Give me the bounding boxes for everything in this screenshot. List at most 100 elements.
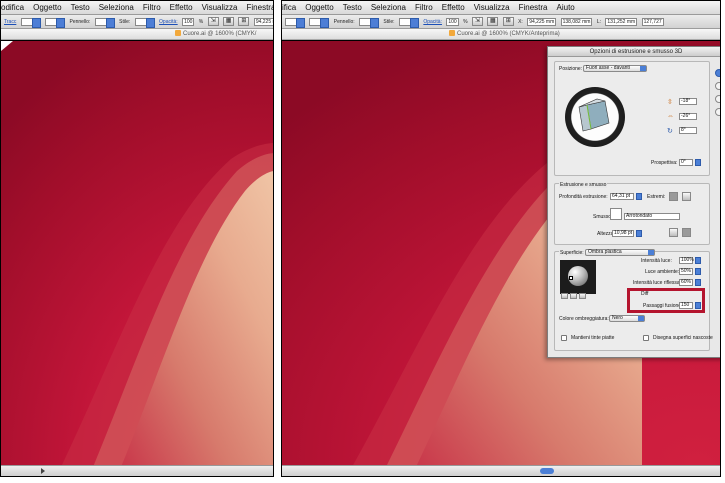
bevel-dropdown[interactable]: Arrotondato: [624, 213, 680, 220]
blend-steps-highlight: [627, 288, 705, 313]
transform-icon[interactable]: ⊞: [502, 17, 514, 26]
preserve-spot-checkbox[interactable]: [561, 335, 567, 341]
bevel-out-button[interactable]: [669, 228, 678, 237]
menu-item-filtro[interactable]: Filtro: [415, 1, 433, 14]
menu-item-aiuto[interactable]: Aiuto: [557, 1, 575, 14]
stroke-swatch[interactable]: [45, 18, 66, 28]
move-light-back-button[interactable]: [561, 293, 568, 299]
shading-color-label: Colore ombreggiatura:: [559, 316, 609, 322]
align-icon[interactable]: ⇲: [471, 17, 483, 26]
position-label: Posizione:: [559, 66, 583, 72]
menu-item-seleziona[interactable]: Seleziona: [371, 1, 406, 14]
menu-item-effetto[interactable]: Effetto: [442, 1, 465, 14]
document-icon: [175, 30, 181, 36]
align-icon[interactable]: ⇲: [207, 17, 219, 26]
menu-item-seleziona[interactable]: Seleziona: [99, 1, 134, 14]
depth-field[interactable]: 64,31 pt: [610, 193, 634, 200]
width-field[interactable]: 131,252 mm: [605, 18, 638, 26]
side-text-5: R: [720, 175, 721, 180]
cap-off-button[interactable]: [682, 192, 691, 201]
style-label: Stile:: [119, 19, 131, 25]
new-light-button[interactable]: [570, 293, 577, 299]
bevel-in-button[interactable]: [682, 228, 691, 237]
opacity-field[interactable]: 100: [182, 18, 195, 26]
perspective-slider-button[interactable]: [695, 159, 701, 166]
depth-slider-button[interactable]: [636, 193, 642, 200]
side-text-3: A: [720, 161, 721, 166]
scrollbar-thumb[interactable]: [540, 468, 554, 474]
menu-item-effetto[interactable]: Effetto: [170, 1, 193, 14]
opacity-link[interactable]: Opacità:: [159, 15, 178, 28]
menu-item-modifica[interactable]: odifica: [1, 1, 24, 14]
cap-on-button[interactable]: [669, 192, 678, 201]
stroke-link[interactable]: Tracc: [4, 15, 16, 28]
menu-item-oggetto[interactable]: Oggetto: [305, 1, 333, 14]
caps-label: Estremi:: [647, 194, 666, 200]
light-intensity-field[interactable]: 100%: [679, 257, 694, 264]
menu-item-testo[interactable]: Testo: [71, 1, 90, 14]
height-slider-button[interactable]: [636, 230, 642, 237]
style-dropdown[interactable]: [134, 18, 155, 28]
shading-color-dropdown[interactable]: Nero: [609, 315, 645, 322]
cancel-button[interactable]: [715, 82, 720, 90]
document-title-bar: Cuore.ai @ 1600% (CMYK/: [1, 29, 273, 40]
menu-item-visualizza[interactable]: Visualizza: [202, 1, 238, 14]
light-source-handle[interactable]: [569, 276, 573, 280]
menu-item-testo[interactable]: Testo: [343, 1, 362, 14]
rotation-track-cube[interactable]: [565, 87, 625, 147]
draw-hidden-checkbox[interactable]: [643, 335, 649, 341]
menu-item-visualizza[interactable]: Visualizza: [474, 1, 510, 14]
ambient-slider-button[interactable]: [695, 268, 701, 275]
brush-dropdown[interactable]: [359, 18, 380, 28]
stroke-weight-field[interactable]: [20, 18, 41, 28]
perspective-field[interactable]: 0°: [679, 159, 693, 166]
reflect-intensity-field[interactable]: 60%: [679, 279, 693, 286]
right-screenshot-panel: ifica Oggetto Testo Seleziona Filtro Effetto V…: [281, 0, 721, 477]
opacity-field[interactable]: 100: [446, 18, 459, 26]
rotate-x-icon: ⇳: [667, 99, 673, 106]
menu-item-modifica[interactable]: ifica: [282, 1, 296, 14]
transform-icon[interactable]: ⊞: [238, 17, 250, 26]
document-title-bar: Cuore.ai @ 1600% (CMYK/Anteprima): [282, 29, 720, 40]
brush-dropdown[interactable]: [94, 18, 115, 28]
rotate-x-field[interactable]: -18°: [679, 98, 697, 105]
menu-item-filtro[interactable]: Filtro: [143, 1, 161, 14]
ambient-light-field[interactable]: 50%: [679, 268, 693, 275]
draw-hidden-label: Disegna superfici nascoste: [653, 335, 713, 341]
delete-light-icon[interactable]: [579, 293, 586, 299]
surface-dropdown[interactable]: Ombra plastica: [585, 249, 655, 256]
bevel-height-field[interactable]: 10,98 pt: [612, 230, 634, 237]
style-label: Stile:: [383, 19, 395, 25]
preserve-spot-label: Mantieni tinte piatte: [571, 335, 615, 341]
ok-button[interactable]: [715, 69, 720, 77]
stroke-swatch[interactable]: [309, 18, 330, 28]
menu-item-finestra[interactable]: Finestra: [247, 1, 274, 14]
menu-item-finestra[interactable]: Finestra: [519, 1, 548, 14]
grid-icon[interactable]: ▦: [223, 17, 235, 26]
y-position-field[interactable]: 138,082 mm: [560, 18, 593, 26]
left-screenshot-panel: odifica Oggetto Testo Seleziona Filtro Effett…: [0, 0, 274, 477]
control-bar: Pennello: Stile: Opacità: 100 % ⇲ ▦ ⊞ X:…: [282, 15, 720, 29]
fewer-options-button[interactable]: [715, 108, 720, 116]
grid-icon[interactable]: ▦: [487, 17, 499, 26]
width-label: L:: [596, 19, 601, 25]
map-art-button[interactable]: [715, 95, 720, 103]
menu-item-oggetto[interactable]: Oggetto: [33, 1, 61, 14]
position-dropdown[interactable]: Fuori asse - davanti: [583, 65, 647, 72]
rotate-z-field[interactable]: 8°: [679, 127, 697, 134]
light-sphere-preview[interactable]: [560, 260, 596, 294]
opacity-link[interactable]: Opacità:: [423, 15, 442, 28]
x-position-field[interactable]: 94,225 mm: [253, 18, 273, 26]
light-intensity-slider-button[interactable]: [695, 257, 701, 264]
style-dropdown[interactable]: [398, 18, 419, 28]
artboard-canvas[interactable]: [1, 41, 273, 465]
reflect-slider-button[interactable]: [695, 279, 701, 286]
status-menu-arrow[interactable]: [41, 468, 45, 474]
document-title: Cuore.ai @ 1600% (CMYK/Anteprima): [457, 31, 560, 37]
height-field[interactable]: 127,727: [641, 18, 664, 26]
status-bar: [282, 465, 720, 476]
stroke-weight-field[interactable]: [285, 18, 305, 28]
x-position-field[interactable]: 94,225 mm: [527, 18, 557, 26]
extrusion-bevel-group: Estrusione e smusso Profondità estrusion…: [554, 182, 710, 245]
rotate-y-field[interactable]: -26°: [679, 113, 697, 120]
